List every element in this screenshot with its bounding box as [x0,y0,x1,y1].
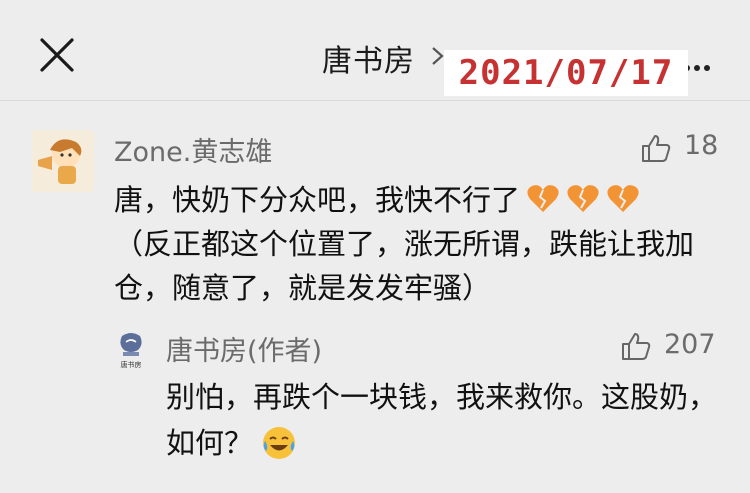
broken-heart-icon [526,182,560,212]
comment-username[interactable]: Zone.黄志雄 [114,130,272,169]
reply-avatar[interactable]: 唐书房 [114,330,148,370]
close-icon[interactable] [38,36,76,74]
more-dots-icon[interactable] [684,56,714,71]
reply-like-count: 207 [664,329,716,360]
comment-text-main: 唐，快奶下分众吧，我快不行了 [114,183,521,217]
svg-text:唐书房: 唐书房 [121,360,142,369]
comment-text-continued: （反正都这个位置了，涨无所谓，跌能让我加仓，随意了，就是发发牢骚） [114,227,695,305]
thumbs-up-icon[interactable] [620,330,652,362]
laughing-crying-icon [261,425,297,461]
avatar[interactable] [32,130,94,192]
comment-text: 唐，快奶下分众吧，我快不行了 （反正都这个位置了，涨无所谓，跌能让我加仓，随意了… [114,178,724,310]
top-bar: 唐书房 2021/07/17 [0,0,750,100]
reply-username[interactable]: 唐书房(作者) [166,329,322,368]
date-stamp: 2021/07/17 [444,50,688,96]
comment-like-count: 18 [684,130,719,161]
reply-text: 别怕，再跌个一块钱，我来救你。这股奶，如何？ [166,374,726,466]
broken-heart-icon [606,182,640,212]
reply-text-main: 别怕，再跌个一块钱，我来救你。这股奶，如何？ [166,380,718,460]
broken-heart-icon [566,182,600,212]
thumbs-up-icon[interactable] [640,132,672,164]
page-title[interactable]: 唐书房 [322,36,415,80]
header-divider [0,100,750,101]
